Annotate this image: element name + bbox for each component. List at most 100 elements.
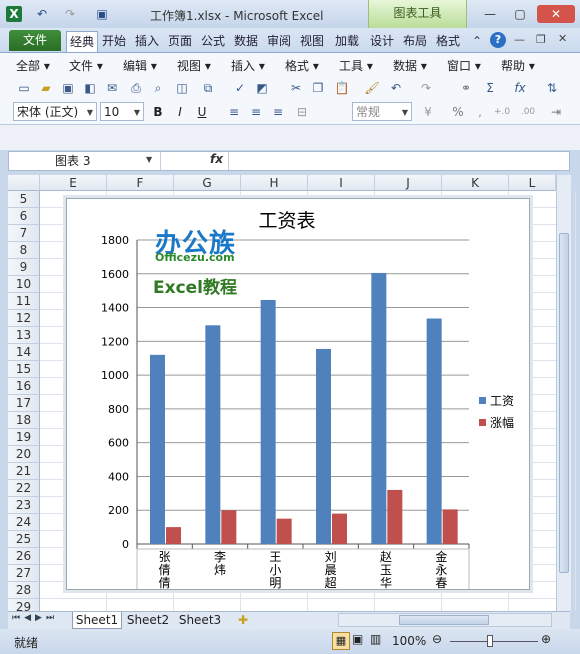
open-icon[interactable]: ▰ <box>38 80 54 96</box>
tab-classic[interactable]: 经典 <box>66 31 98 52</box>
row-header-8[interactable]: 8 <box>8 242 40 259</box>
sheet-tab-2[interactable]: Sheet2 <box>124 612 172 628</box>
row-header-20[interactable]: 20 <box>8 446 40 463</box>
decrease-decimal-icon[interactable]: .00 <box>520 104 536 120</box>
tab-formulas[interactable]: 公式 <box>199 31 227 51</box>
row-header-19[interactable]: 19 <box>8 429 40 446</box>
column-header-E[interactable]: E <box>40 175 107 191</box>
maximize-button[interactable]: ▢ <box>507 5 533 23</box>
doc-minimize-button[interactable]: — <box>514 33 525 46</box>
column-header-F[interactable]: F <box>107 175 174 191</box>
column-header-J[interactable]: J <box>375 175 442 191</box>
sheet-tab-1[interactable]: Sheet1 <box>72 612 122 629</box>
vertical-scrollbar[interactable] <box>556 175 571 611</box>
format-painter-icon[interactable]: 🖌 <box>364 80 380 96</box>
column-header-L[interactable]: L <box>509 175 556 191</box>
name-box[interactable]: 图表 3 <box>9 152 157 170</box>
sheet-tab-3[interactable]: Sheet3 <box>176 612 224 628</box>
row-header-14[interactable]: 14 <box>8 344 40 361</box>
row-header-23[interactable]: 23 <box>8 497 40 514</box>
new-icon[interactable]: ▭ <box>16 80 32 96</box>
menu-data[interactable]: 数据 ▾ <box>393 57 427 74</box>
menu-help[interactable]: 帮助 ▾ <box>501 57 535 74</box>
hyperlink-icon[interactable]: ⚭ <box>458 80 474 96</box>
insert-function-button[interactable]: fx <box>210 152 223 166</box>
row-header-21[interactable]: 21 <box>8 463 40 480</box>
column-header-K[interactable]: K <box>442 175 509 191</box>
permission-icon[interactable]: ◧ <box>82 80 98 96</box>
increase-decimal-icon[interactable]: +.0 <box>494 104 510 120</box>
cut-icon[interactable]: ✂ <box>288 80 304 96</box>
row-header-24[interactable]: 24 <box>8 514 40 531</box>
formula-input[interactable] <box>228 152 569 170</box>
row-header-28[interactable]: 28 <box>8 582 40 599</box>
tab-format[interactable]: 格式 <box>434 31 462 51</box>
undo-icon[interactable]: ↶ <box>34 6 50 22</box>
chevron-down-icon[interactable]: ▼ <box>146 155 152 164</box>
tab-design[interactable]: 设计 <box>368 31 396 51</box>
row-header-25[interactable]: 25 <box>8 531 40 548</box>
horizontal-scrollbar[interactable] <box>338 613 552 627</box>
chart-object[interactable]: 工资表 0 200 400 600 800 1000 1200 1400 1600 1800 张倩倩 李… <box>66 198 530 590</box>
translate-icon[interactable]: ◩ <box>254 80 270 96</box>
normal-view-icon[interactable]: ▦ <box>332 632 350 650</box>
sheet-nav-arrows-icon[interactable]: ⏮◀▶⏭ <box>12 613 58 623</box>
copy-format-icon[interactable]: ⧉ <box>200 80 216 96</box>
column-header-H[interactable]: H <box>241 175 308 191</box>
row-header-16[interactable]: 16 <box>8 378 40 395</box>
bold-button[interactable]: B <box>150 104 166 120</box>
zoom-in-icon[interactable]: ⊕ <box>541 632 551 646</box>
undo-icon[interactable]: ↶ <box>388 80 404 96</box>
redo-icon[interactable]: ↷ <box>418 80 434 96</box>
menu-file[interactable]: 文件 ▾ <box>69 57 103 74</box>
page-break-view-icon[interactable]: ▥ <box>370 632 381 646</box>
column-header-I[interactable]: I <box>308 175 375 191</box>
save-icon[interactable]: ▣ <box>94 6 110 22</box>
insert-sheet-icon[interactable]: ✚ <box>232 612 254 628</box>
row-header-26[interactable]: 26 <box>8 548 40 565</box>
comma-style-icon[interactable]: , <box>472 104 488 120</box>
zoom-slider[interactable] <box>450 641 538 642</box>
tab-addins[interactable]: 加载 <box>333 31 361 51</box>
paste-icon[interactable]: 📋 <box>334 80 350 96</box>
insert-function-icon[interactable]: fx <box>512 80 528 96</box>
row-header-9[interactable]: 9 <box>8 259 40 276</box>
menu-edit[interactable]: 编辑 ▾ <box>123 57 157 74</box>
tab-home[interactable]: 开始 <box>100 31 128 51</box>
tab-layout[interactable]: 布局 <box>401 31 429 51</box>
copy-icon[interactable]: ❐ <box>310 80 326 96</box>
doc-restore-button[interactable]: ❐ <box>536 33 546 46</box>
redo-icon[interactable]: ↷ <box>62 6 78 22</box>
underline-button[interactable]: U <box>194 104 210 120</box>
row-header-12[interactable]: 12 <box>8 310 40 327</box>
row-header-5[interactable]: 5 <box>8 191 40 208</box>
autosum-icon[interactable]: Σ <box>482 80 498 96</box>
scrollbar-thumb[interactable] <box>559 233 569 573</box>
page-layout-view-icon[interactable]: ▣ <box>352 632 363 646</box>
menu-tools[interactable]: 工具 ▾ <box>339 57 373 74</box>
row-header-18[interactable]: 18 <box>8 412 40 429</box>
row-header-6[interactable]: 6 <box>8 208 40 225</box>
zoom-out-icon[interactable]: ⊖ <box>432 632 442 646</box>
percent-button[interactable]: % <box>450 104 466 120</box>
email-icon[interactable]: ✉ <box>104 80 120 96</box>
align-center-icon[interactable]: ≡ <box>248 104 264 120</box>
number-format-select[interactable]: 常规 ▼ <box>352 102 412 121</box>
font-name-select[interactable]: 宋体 (正文) ▼ <box>13 102 97 121</box>
doc-close-button[interactable]: ✕ <box>558 32 567 45</box>
zoom-level[interactable]: 100% <box>392 634 426 648</box>
excel-icon[interactable]: X <box>6 6 22 22</box>
row-header-13[interactable]: 13 <box>8 327 40 344</box>
select-all-corner[interactable] <box>8 175 40 191</box>
tab-review[interactable]: 审阅 <box>265 31 293 51</box>
menu-format[interactable]: 格式 ▾ <box>285 57 319 74</box>
menu-insert[interactable]: 插入 ▾ <box>231 57 265 74</box>
merge-center-icon[interactable]: ⊟ <box>294 104 310 120</box>
italic-button[interactable]: I <box>172 104 188 120</box>
zoom-slider-thumb[interactable] <box>487 635 493 647</box>
row-header-10[interactable]: 10 <box>8 276 40 293</box>
print-preview-icon[interactable]: ⌕ <box>150 80 166 96</box>
row-header-17[interactable]: 17 <box>8 395 40 412</box>
align-left-icon[interactable]: ≡ <box>226 104 242 120</box>
file-tab[interactable]: 文件 <box>9 30 61 51</box>
